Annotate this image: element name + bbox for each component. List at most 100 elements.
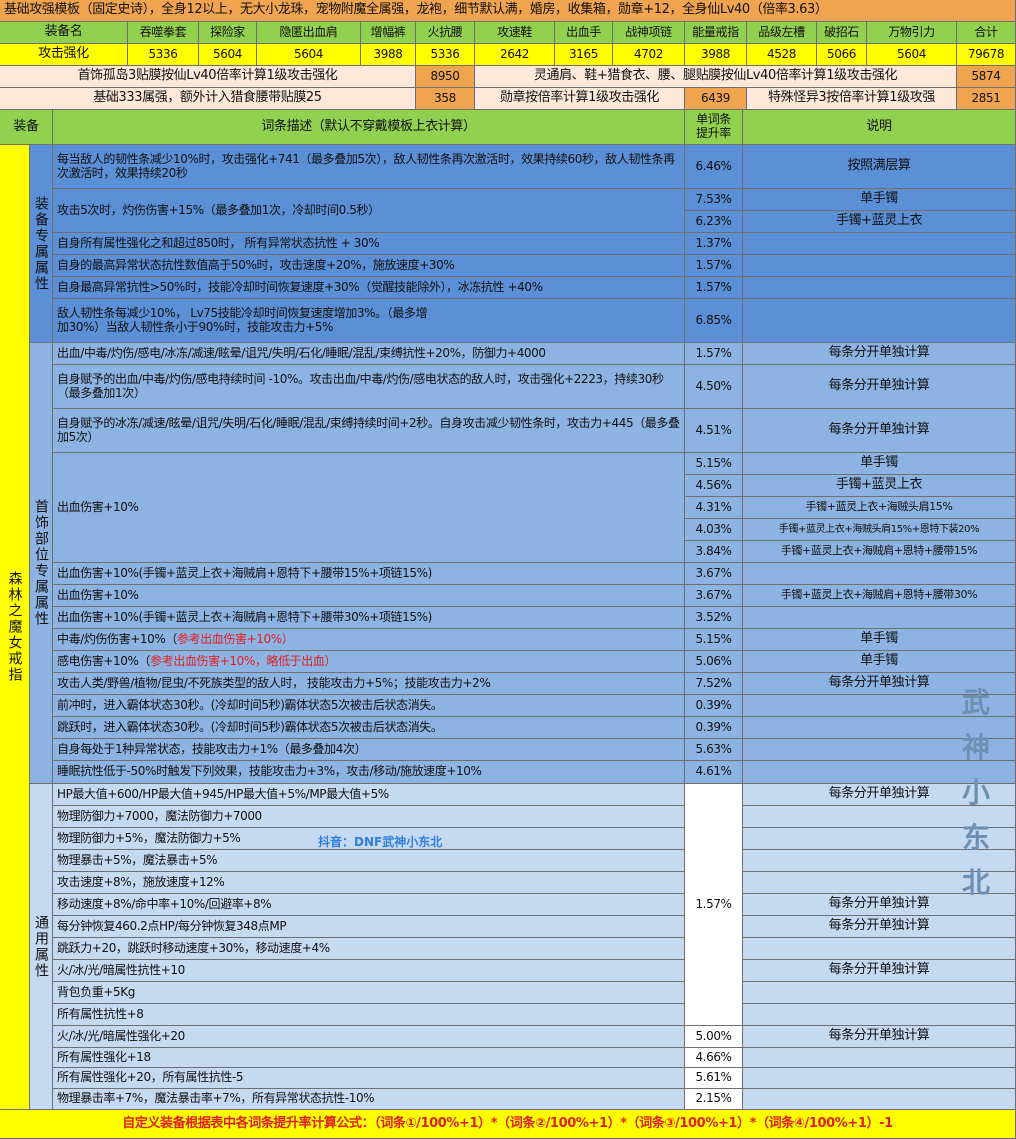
table-row-note xyxy=(743,1068,1016,1089)
table-row-note: 手镯+蓝灵上衣+海贼肩+恩特+腰带30% xyxy=(743,585,1016,607)
table-row-note: 每条分开单独计算 xyxy=(743,409,1016,453)
table-row-desc: 出血伤害+10%(手镯+蓝灵上衣+海贼肩+恩特下+腰带15%+项链15%) xyxy=(53,563,685,585)
total-header: 合计 xyxy=(957,22,1016,44)
table-row-rate: 7.52% xyxy=(685,673,743,695)
table-row-rate: 2.15% xyxy=(685,1089,743,1110)
equip-header: 战神项链 xyxy=(613,22,685,44)
col-header-equip: 装备 xyxy=(0,110,53,145)
table-row-rate: 1.57% xyxy=(685,255,743,277)
table-row-note: 手镯+蓝灵上衣 xyxy=(743,211,1016,233)
table-row-rate: 3.67% xyxy=(685,563,743,585)
table-row-rate: 4.51% xyxy=(685,409,743,453)
table-row-note: 手镯+蓝灵上衣+海贼头肩15% xyxy=(743,497,1016,519)
equip-header: 探险家 xyxy=(199,22,257,44)
table-row-rate: 1.57% xyxy=(685,784,743,1026)
extra-value: 8950 xyxy=(416,66,475,88)
table-row-rate: 1.37% xyxy=(685,233,743,255)
section-label-accessory: 首饰部位专属属性 xyxy=(30,343,53,784)
equipment-name: 森林之魔女戒指 xyxy=(0,145,30,1110)
attack-boost-value: 5604 xyxy=(199,44,257,66)
table-row-rate: 6.46% xyxy=(685,145,743,189)
table-row-note: 每条分开单独计算 xyxy=(743,1026,1016,1048)
attack-boost-value: 5604 xyxy=(257,44,361,66)
equip-header: 破招石 xyxy=(817,22,867,44)
table-row-desc: HP最大值+600/HP最大值+945/HP最大值+5%/MP最大值+5% xyxy=(53,784,685,806)
table-row-desc: 出血/中毒/灼伤/感电/冰冻/减速/眩晕/诅咒/失明/石化/睡眠/混乱/束缚抗性… xyxy=(53,343,685,365)
table-row-note: 手镯+蓝灵上衣+海贼肩+恩特+腰带15% xyxy=(743,541,1016,563)
equip-header: 增幅裤 xyxy=(361,22,416,44)
extra-value: 358 xyxy=(416,88,475,110)
table-row-desc: 每分钟恢复460.2点HP/每分钟恢复348点MP xyxy=(53,916,685,938)
table-row-desc: 攻击5次时，灼伤伤害+15%（最多叠加1次，冷却时间0.5秒） xyxy=(53,189,685,233)
table-row-rate: 5.06% xyxy=(685,651,743,673)
page-title: 基础攻强模板（固定史诗），全身12以上，无大小龙珠，宠物附魔全属强，龙袍，细节默… xyxy=(0,0,1016,22)
table-row-desc: 攻击速度+8%，施放速度+12% xyxy=(53,872,685,894)
table-row-rate: 1.57% xyxy=(685,277,743,299)
equip-header: 品级左槽 xyxy=(747,22,817,44)
table-row-desc: 睡眠抗性低于-50%时触发下列效果，技能攻击力+3%，攻击/移动/施放速度+10… xyxy=(53,761,685,784)
table-row-desc: 所有属性抗性+8 xyxy=(53,1004,685,1026)
table-row-desc: 每当敌人的韧性条减少10%时，攻击强化+741（最多叠加5次），敌人韧性条再次激… xyxy=(53,145,685,189)
section-label-common: 通用属性 xyxy=(30,784,53,1110)
table-row-rate: 3.84% xyxy=(685,541,743,563)
table-row-rate: 5.15% xyxy=(685,453,743,475)
extra-value: 5874 xyxy=(957,66,1016,88)
attack-boost-value: 3988 xyxy=(685,44,747,66)
table-row-rate: 7.53% xyxy=(685,189,743,211)
table-row-rate: 6.23% xyxy=(685,211,743,233)
table-row-desc: 物理防御力+7000，魔法防御力+7000 xyxy=(53,806,685,828)
table-row-rate: 3.67% xyxy=(685,585,743,607)
equip-header: 火抗腰 xyxy=(416,22,475,44)
equip-header: 出血手 xyxy=(555,22,613,44)
extra-label: 勋章按倍率计算1级攻击强化 xyxy=(475,88,685,110)
table-row-desc: 自身所有属性强化之和超过850时， 所有异常状态抗性 + 30% xyxy=(53,233,685,255)
table-row-desc: 自身每处于1种异常状态，技能攻击力+1%（最多叠加4次） xyxy=(53,739,685,761)
table-row-desc: 所有属性强化+18 xyxy=(53,1048,685,1068)
attack-boost-label: 攻击强化 xyxy=(0,44,128,66)
table-row-desc: 攻击人类/野兽/植物/昆虫/不死族类型的敌人时， 技能攻击力+5%；技能攻击力+… xyxy=(53,673,685,695)
attack-boost-value: 5336 xyxy=(416,44,475,66)
attack-boost-value: 5336 xyxy=(128,44,199,66)
footer-formula: 自定义装备根据表中各词条提升率计算公式：（词条①/100%+1）*（词条②/10… xyxy=(0,1110,1016,1139)
table-row-desc: 自身的最高异常状态抗性数值高于50%时，攻击速度+20%，施放速度+30% xyxy=(53,255,685,277)
table-row-note xyxy=(743,563,1016,585)
table-row-note: 每条分开单独计算 xyxy=(743,343,1016,365)
table-row-note: 手镯+蓝灵上衣 xyxy=(743,475,1016,497)
table-row-rate: 5.00% xyxy=(685,1026,743,1048)
equip-header: 吞噬拳套 xyxy=(128,22,199,44)
table-row-desc: 物理暴击+5%，魔法暴击+5% xyxy=(53,850,685,872)
table-row-note: 每条分开单独计算 xyxy=(743,916,1016,938)
table-row-note xyxy=(743,1004,1016,1026)
attack-boost-value: 2642 xyxy=(475,44,555,66)
table-row-note: 按照满层算 xyxy=(743,145,1016,189)
table-row-rate: 4.03% xyxy=(685,519,743,541)
table-row-desc: 感电伤害+10%（ 参考出血伤害+10%，略低于出血） xyxy=(53,651,685,673)
table-row-note xyxy=(743,233,1016,255)
table-row-note xyxy=(743,1089,1016,1110)
table-row-note: 手镯+蓝灵上衣+海贼头肩15%+恩特下装20% xyxy=(743,519,1016,541)
table-row-rate: 4.61% xyxy=(685,761,743,784)
table-row-rate: 4.50% xyxy=(685,365,743,409)
table-row-desc: 移动速度+8%/命中率+10%/回避率+8% xyxy=(53,894,685,916)
table-row-desc: 敌人韧性条每减少10%， Lv75技能冷却时间恢复速度增加3%。（最多增加30%… xyxy=(53,299,685,343)
attack-boost-value: 5066 xyxy=(817,44,867,66)
equip-header: 万物引力 xyxy=(867,22,957,44)
table-row-rate: 0.39% xyxy=(685,717,743,739)
table-row-note: 每条分开单独计算 xyxy=(743,960,1016,982)
table-row-note xyxy=(743,982,1016,1004)
attack-boost-value: 3988 xyxy=(361,44,416,66)
attack-boost-value: 3165 xyxy=(555,44,613,66)
table-row-rate: 6.85% xyxy=(685,299,743,343)
equip-header: 能量戒指 xyxy=(685,22,747,44)
col-header-desc: 词条描述（默认不穿戴模板上衣计算） xyxy=(53,110,685,145)
table-row-desc: 中毒/灼伤伤害+10%（ 参考出血伤害+10%） xyxy=(53,629,685,651)
table-row-desc: 背包负重+5Kg xyxy=(53,982,685,1004)
extra-value: 2851 xyxy=(957,88,1016,110)
table-row-rate: 3.52% xyxy=(685,607,743,629)
table-row-rate: 4.66% xyxy=(685,1048,743,1068)
table-row-note: 单手镯 xyxy=(743,453,1016,475)
table-row-rate: 5.61% xyxy=(685,1068,743,1089)
table-row-note xyxy=(743,938,1016,960)
extra-value: 6439 xyxy=(685,88,747,110)
attack-boost-value: 5604 xyxy=(867,44,957,66)
